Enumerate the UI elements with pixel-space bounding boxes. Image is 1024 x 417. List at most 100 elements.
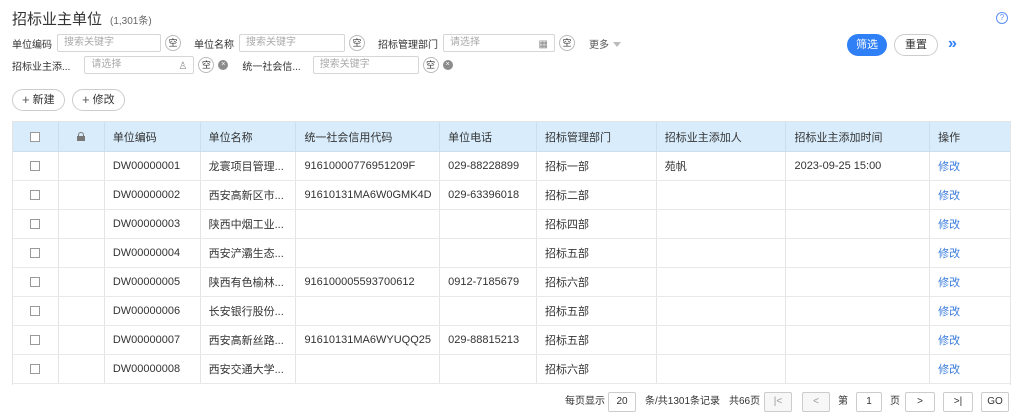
cell-dept: 招标五部: [537, 297, 657, 325]
row-select[interactable]: [13, 181, 59, 209]
unit-code-input[interactable]: 搜索关键字: [57, 34, 161, 52]
credit-empty-button[interactable]: 空: [422, 57, 439, 73]
header-unit-code[interactable]: 单位编码: [105, 122, 201, 151]
table-row[interactable]: DW00000002 西安高新区市... 91610131MA6W0GMK4D 029…: [13, 181, 1010, 210]
row-lock-cell: [59, 152, 105, 180]
header-adder[interactable]: 招标业主添加人: [657, 122, 787, 151]
reset-button[interactable]: 重置: [894, 34, 938, 56]
per-page-input[interactable]: 20: [608, 392, 636, 412]
expand-icon[interactable]: »: [948, 34, 957, 54]
dept-select[interactable]: 请选择 ▦: [443, 34, 555, 52]
table-row[interactable]: DW00000008 西安交通大学... 招标六部 修改: [13, 355, 1010, 384]
table-row[interactable]: DW00000006 长安银行股份... 招标五部 修改: [13, 297, 1010, 326]
filter-row-2: 招标业主添... 请选择 ♙ 空 × 统一社会信... 搜索关键字 空 ×: [12, 56, 453, 74]
unit-name-input[interactable]: 搜索关键字: [239, 34, 345, 52]
checkbox-icon[interactable]: [30, 248, 41, 258]
edit-link[interactable]: 修改: [930, 152, 1010, 180]
edit-link[interactable]: 修改: [930, 181, 1010, 209]
table-row[interactable]: DW00000001 龙寰项目管理... 91610000776951209F 029…: [13, 152, 1010, 181]
edit-link[interactable]: 修改: [930, 355, 1010, 383]
edit-button[interactable]: + 修改: [72, 89, 125, 111]
edit-link-text[interactable]: 修改: [938, 158, 960, 174]
cell-dept: 招标五部: [537, 239, 657, 267]
row-select[interactable]: [13, 355, 59, 383]
checkbox-icon[interactable]: [30, 190, 41, 200]
cell-unit-code-text: DW00000007: [112, 334, 181, 346]
cell-adder: [657, 326, 787, 354]
edit-link-text[interactable]: 修改: [938, 274, 960, 290]
filter-button[interactable]: 筛选: [847, 34, 887, 56]
row-select[interactable]: [13, 326, 59, 354]
cell-unit-name: 陕西有色榆林...: [201, 268, 297, 296]
new-button[interactable]: + 新建: [12, 89, 65, 111]
cell-dept-text: 招标六部: [544, 277, 589, 289]
unit-code-empty-button[interactable]: 空: [165, 35, 181, 51]
header-unit-name[interactable]: 单位名称: [201, 122, 297, 151]
row-lock-cell: [59, 297, 105, 325]
edit-link-text[interactable]: 修改: [938, 303, 960, 319]
checkbox-icon[interactable]: [30, 219, 41, 229]
checkbox-icon[interactable]: [30, 335, 41, 345]
header-select-all[interactable]: [13, 122, 59, 151]
edit-link[interactable]: 修改: [930, 268, 1010, 296]
table-row[interactable]: DW00000003 陕西中烟工业... 招标四部 修改: [13, 210, 1010, 239]
row-lock-cell: [59, 181, 105, 209]
cell-credit-code: 91610131MA6WYUQQ25: [296, 326, 441, 354]
row-select[interactable]: [13, 297, 59, 325]
row-select[interactable]: [13, 210, 59, 238]
more-toggle[interactable]: 更多: [589, 36, 621, 51]
edit-link[interactable]: 修改: [930, 210, 1010, 238]
row-select[interactable]: [13, 268, 59, 296]
go-button[interactable]: GO: [981, 392, 1009, 412]
checkbox-icon[interactable]: [30, 161, 41, 171]
header-add-time[interactable]: 招标业主添加时间: [786, 122, 931, 151]
checkbox-icon[interactable]: [30, 131, 41, 142]
edit-link-text[interactable]: 修改: [938, 332, 960, 348]
next-page-button[interactable]: >: [905, 392, 935, 412]
adder-clear-icon[interactable]: ×: [218, 60, 229, 70]
adder-label: 招标业主添...: [12, 61, 71, 73]
credit-clear-icon[interactable]: ×: [442, 60, 453, 70]
edit-link-text[interactable]: 修改: [938, 216, 960, 232]
edit-link[interactable]: 修改: [930, 326, 1010, 354]
edit-link-text[interactable]: 修改: [938, 361, 960, 377]
edit-link[interactable]: 修改: [930, 297, 1010, 325]
edit-link-text[interactable]: 修改: [938, 245, 960, 261]
adder-select[interactable]: 请选择 ♙: [84, 56, 195, 74]
page-number-input[interactable]: 1: [856, 392, 882, 412]
cell-unit-name-text: 西安交通大学...: [208, 364, 284, 376]
help-icon[interactable]: ?: [996, 12, 1008, 24]
data-table: 单位编码 单位名称 统一社会信用代码 单位电话 招标管理部门 招标业主添加人 招…: [12, 121, 1011, 385]
row-select[interactable]: [13, 239, 59, 267]
total-pages: 共66页: [729, 396, 761, 407]
new-button-label: 新建: [32, 94, 55, 106]
header-dept[interactable]: 招标管理部门: [537, 122, 657, 151]
cell-adder: 苑帆: [657, 152, 787, 180]
table-row[interactable]: DW00000004 西安浐灞生态... 招标五部 修改: [13, 239, 1010, 268]
first-page-button[interactable]: |<: [764, 392, 792, 412]
cell-dept: 招标六部: [537, 355, 657, 383]
edit-link-text[interactable]: 修改: [938, 187, 960, 203]
cell-dept-text: 招标五部: [544, 248, 589, 260]
checkbox-icon[interactable]: [30, 306, 41, 316]
last-page-button[interactable]: >|: [943, 392, 973, 412]
header-phone[interactable]: 单位电话: [440, 122, 537, 151]
row-select[interactable]: [13, 152, 59, 180]
cell-credit-code: [296, 239, 441, 267]
checkbox-icon[interactable]: [30, 364, 41, 374]
row-lock-cell: [59, 355, 105, 383]
table-row[interactable]: DW00000005 陕西有色榆林... 916100005593700612 091…: [13, 268, 1010, 297]
prev-page-button[interactable]: <: [802, 392, 830, 412]
adder-empty-button[interactable]: 空: [198, 57, 215, 73]
unit-name-empty-button[interactable]: 空: [349, 35, 365, 51]
edit-link[interactable]: 修改: [930, 239, 1010, 267]
cell-unit-code: DW00000004: [105, 239, 201, 267]
table-icon: ▦: [538, 39, 548, 50]
credit-input[interactable]: 搜索关键字: [312, 56, 419, 74]
cell-dept: 招标二部: [537, 181, 657, 209]
dept-empty-button[interactable]: 空: [559, 35, 575, 51]
checkbox-icon[interactable]: [30, 277, 41, 287]
cell-adder: [657, 210, 787, 238]
header-credit-code[interactable]: 统一社会信用代码: [296, 122, 441, 151]
table-row[interactable]: DW00000007 西安高新丝路... 91610131MA6WYUQQ25 029…: [13, 326, 1010, 355]
